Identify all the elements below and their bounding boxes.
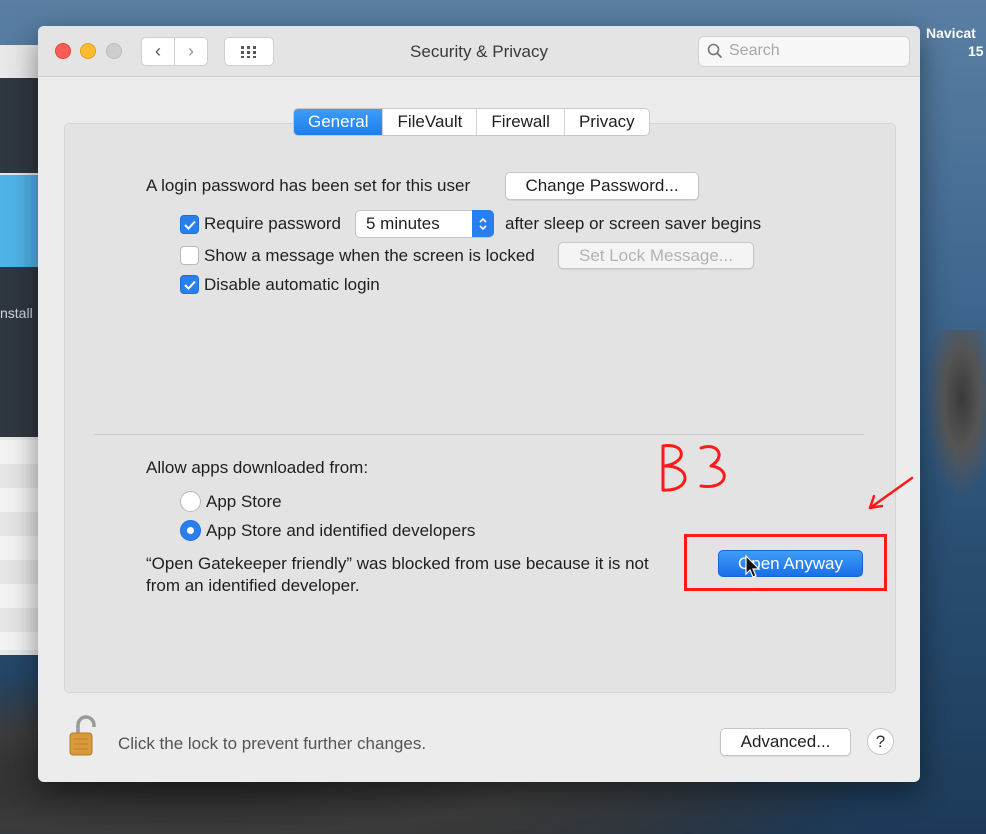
background-app-highlight xyxy=(0,175,40,267)
show-message-checkbox[interactable] xyxy=(180,246,199,265)
radio-identified-developers[interactable] xyxy=(180,520,201,541)
tab-filevault[interactable]: FileVault xyxy=(383,109,478,135)
background-app-panel xyxy=(0,267,40,437)
back-button[interactable]: ‹ xyxy=(141,37,175,66)
grid-icon xyxy=(241,45,256,58)
close-window-button[interactable] xyxy=(55,43,71,59)
desktop-icon-version: 15 xyxy=(968,43,984,59)
tab-bar: General FileVault Firewall Privacy xyxy=(293,108,650,136)
chevron-left-icon: ‹ xyxy=(155,41,161,61)
blocked-message-line2: from an identified developer. xyxy=(146,576,360,595)
checkmark-icon xyxy=(183,280,196,290)
after-sleep-label: after sleep or screen saver begins xyxy=(505,214,762,233)
background-app-panel xyxy=(0,78,40,173)
tab-firewall[interactable]: Firewall xyxy=(477,109,565,135)
minimize-window-button[interactable] xyxy=(80,43,96,59)
title-bar: ‹ › Security & Privacy Search xyxy=(38,26,920,77)
tab-general[interactable]: General xyxy=(294,109,384,135)
lock-icon[interactable] xyxy=(66,713,102,757)
chevron-right-icon: › xyxy=(188,41,194,61)
background-app-label: nstall xyxy=(0,305,33,321)
help-button[interactable]: ? xyxy=(867,728,894,755)
require-password-label: Require password xyxy=(204,214,342,233)
annotation-highlight-box xyxy=(684,534,887,591)
login-password-label: A login password has been set for this u… xyxy=(146,176,471,195)
require-password-delay-select[interactable]: 5 minutes xyxy=(355,210,494,238)
desktop-icon-label: Navicat xyxy=(926,25,976,41)
require-password-checkbox[interactable] xyxy=(180,215,199,234)
window-title: Security & Privacy xyxy=(410,42,548,61)
disable-auto-login-checkbox[interactable] xyxy=(180,275,199,294)
radio-app-store-label: App Store xyxy=(206,492,282,511)
show-message-label: Show a message when the screen is locked xyxy=(204,246,535,265)
checkmark-icon xyxy=(183,220,196,230)
search-icon xyxy=(707,43,723,59)
desktop-wallpaper-rocks xyxy=(925,330,986,500)
disable-auto-login-label: Disable automatic login xyxy=(204,275,380,294)
desktop-icon-navicat[interactable]: Navicat 15 xyxy=(926,24,984,60)
radio-identified-developers-label: App Store and identified developers xyxy=(206,521,476,540)
security-privacy-window: ‹ › Security & Privacy Search General Fi… xyxy=(38,26,920,782)
show-all-button[interactable] xyxy=(224,37,274,66)
zoom-window-button[interactable] xyxy=(106,43,122,59)
lock-status-text: Click the lock to prevent further change… xyxy=(118,734,427,753)
mouse-cursor-icon xyxy=(745,554,761,578)
blocked-message-line1: “Open Gatekeeper friendly” was blocked f… xyxy=(146,554,649,573)
forward-button[interactable]: › xyxy=(174,37,208,66)
search-placeholder: Search xyxy=(729,42,780,59)
allow-apps-label: Allow apps downloaded from: xyxy=(146,458,369,477)
advanced-button[interactable]: Advanced... xyxy=(720,728,851,756)
background-app-list xyxy=(0,440,40,650)
section-divider xyxy=(94,434,864,435)
search-input[interactable]: Search xyxy=(698,36,910,67)
select-value: 5 minutes xyxy=(366,214,440,233)
change-password-button[interactable]: Change Password... xyxy=(505,172,699,200)
annotation-handwritten-b3: B3 xyxy=(661,444,726,492)
tab-privacy[interactable]: Privacy xyxy=(565,109,649,135)
radio-app-store[interactable] xyxy=(180,491,201,512)
set-lock-message-button[interactable]: Set Lock Message... xyxy=(558,242,754,269)
annotation-arrow-icon xyxy=(868,476,914,510)
content-pane xyxy=(64,123,896,693)
select-arrows-icon xyxy=(472,210,494,237)
